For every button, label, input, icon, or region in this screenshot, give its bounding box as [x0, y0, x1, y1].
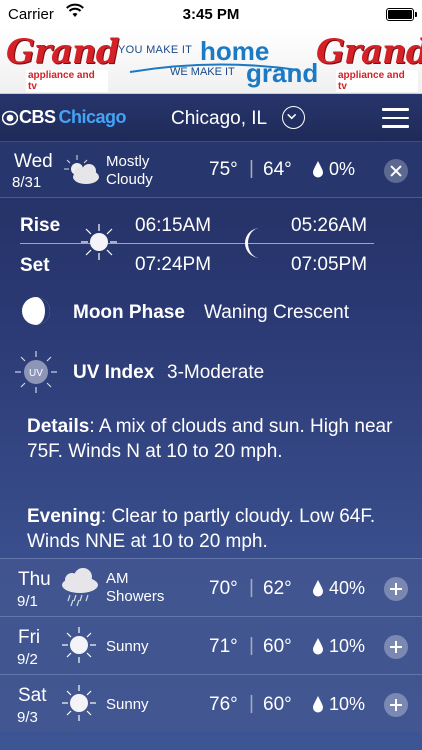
divider [20, 243, 374, 244]
precip-chance: 0% [329, 159, 356, 179]
sun-icon [62, 685, 96, 721]
moon-phase-value: Waning Crescent [204, 302, 350, 323]
tag-grand: grand [246, 58, 319, 88]
set-label: Set [20, 255, 50, 276]
condition-label: Mostly Cloudy [106, 153, 153, 188]
expand-icon[interactable] [384, 577, 408, 601]
evening-text: Evening: Clear to partly cloudy. Low 64F… [27, 504, 407, 554]
logo-word: Grand [316, 32, 422, 72]
high-temp: 76° [209, 694, 238, 715]
menu-button[interactable] [382, 108, 409, 128]
low-temp: 62° [263, 578, 292, 599]
day-date: 8/31 [12, 174, 42, 191]
tag-bot: WE MAKE IT [170, 66, 235, 78]
sun-icon [81, 224, 117, 260]
details-label: Details [27, 416, 90, 437]
expand-icon[interactable] [384, 635, 408, 659]
partly-cloudy-icon [64, 155, 99, 184]
sunset-time: 07:24PM [135, 254, 212, 275]
menu-line [382, 116, 409, 119]
logo-word: Grand [6, 32, 119, 72]
temp-separator: | [249, 693, 254, 714]
moon-phase-label: Moon Phase [73, 302, 185, 323]
day-of-week: Thu [18, 569, 51, 590]
ad-banner[interactable]: Grand appliance and tv YOU MAKE IT home … [0, 28, 422, 94]
chevron-down-icon [287, 114, 296, 120]
day-date: 9/3 [17, 709, 38, 726]
cbs-chicago-logo[interactable]: CBS Chicago [2, 107, 127, 128]
temp-separator: | [249, 577, 254, 598]
menu-line [382, 108, 409, 111]
day-of-week: Sat [18, 685, 47, 706]
evening-label: Evening [27, 506, 101, 527]
forecast-row[interactable]: Sat 9/3 Sunny 76° | 60° 10% [0, 674, 422, 732]
cbs-eye-icon [2, 110, 18, 125]
moonrise-time: 05:26AM [291, 215, 368, 236]
condition-label: AM Showers [106, 570, 165, 605]
clock: 3:45 PM [182, 6, 240, 23]
city-label: Chicago [58, 107, 127, 127]
condition-label: Sunny [106, 696, 149, 713]
battery-icon [386, 8, 417, 21]
day-of-week: Wed [14, 151, 53, 172]
nav-bar: CBS Chicago Chicago, IL [0, 94, 422, 142]
rise-label: Rise [20, 215, 61, 236]
today-row[interactable]: Wed 8/31 Mostly Cloudy 75° | 64° 0% [0, 142, 422, 198]
brand-label: CBS [19, 107, 56, 127]
day-of-week: Fri [18, 627, 41, 648]
precip-chance: 10% [329, 694, 366, 714]
raindrop-icon [313, 638, 323, 655]
tag-top: YOU MAKE IT [118, 44, 193, 56]
precip-chance: 10% [329, 636, 366, 656]
forecast-row[interactable]: Thu 9/1 AM Showers 70° | 62° 40% [0, 558, 422, 616]
location-dropdown-button[interactable] [282, 106, 305, 129]
condition-label: Sunny [106, 638, 149, 655]
logo-sub: appliance and tv [336, 70, 418, 92]
forecast-row[interactable]: Fri 9/2 Sunny 71° | 60° 10% [0, 616, 422, 674]
temp-separator: | [249, 635, 254, 656]
ad-tagline: YOU MAKE IT home WE MAKE IT grand [118, 36, 318, 88]
logo-sub: appliance and tv [26, 70, 108, 92]
raindrop-icon [313, 161, 323, 178]
sunrise-time: 06:15AM [135, 215, 212, 236]
grand-logo-right: Grand appliance and tv [314, 32, 422, 92]
temp-separator: | [249, 158, 254, 179]
uv-icon: UV [15, 351, 57, 393]
expand-icon[interactable] [384, 693, 408, 717]
uv-index-label: UV Index [73, 362, 155, 383]
sun-icon [62, 627, 96, 663]
detail-panel: Rise Set 06:15AM 07:24PM 05:26AM 07:05PM… [0, 198, 422, 558]
raindrop-icon [313, 696, 323, 713]
high-temp: 71° [209, 636, 238, 657]
low-temp: 64° [263, 159, 292, 180]
high-temp: 75° [209, 159, 238, 180]
day-date: 9/2 [17, 651, 38, 668]
menu-line [382, 125, 409, 128]
low-temp: 60° [263, 636, 292, 657]
status-bar: Carrier 3:45 PM [0, 0, 422, 28]
showers-icon [62, 568, 98, 607]
moonset-time: 07:05PM [291, 254, 368, 275]
low-temp: 60° [263, 694, 292, 715]
grand-logo-left: Grand appliance and tv [4, 32, 119, 92]
raindrop-icon [313, 580, 323, 597]
moon-icon [245, 228, 260, 258]
close-icon[interactable] [384, 159, 408, 183]
high-temp: 70° [209, 578, 238, 599]
precip-chance: 40% [329, 578, 366, 598]
location-label[interactable]: Chicago, IL [171, 108, 267, 130]
day-date: 9/1 [17, 593, 38, 610]
moon-phase-icon [22, 297, 50, 325]
uv-index-value: 3-Moderate [167, 362, 265, 383]
details-text: Details: A mix of clouds and sun. High n… [27, 414, 407, 464]
uv-icon-text: UV [29, 368, 43, 379]
